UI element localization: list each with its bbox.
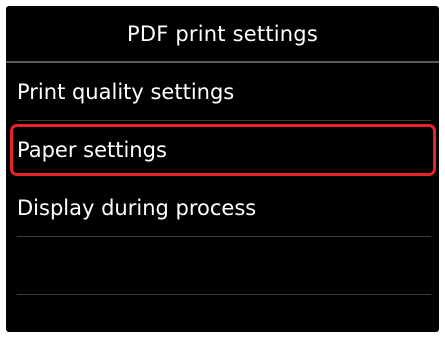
screen-title: PDF print settings	[127, 21, 318, 46]
menu-item-print-quality-settings[interactable]: Print quality settings	[6, 63, 439, 121]
settings-menu: Print quality settings Paper settings Di…	[6, 63, 439, 332]
menu-item-label: Print quality settings	[17, 80, 235, 104]
printer-lcd-screen: PDF print settings Print quality setting…	[6, 6, 439, 332]
menu-item-display-during-process[interactable]: Display during process	[6, 179, 439, 237]
menu-item-label: Display during process	[17, 196, 257, 220]
menu-item-empty	[6, 237, 439, 295]
menu-item-label: Paper settings	[17, 138, 167, 162]
menu-item-empty	[6, 295, 439, 332]
menu-item-paper-settings[interactable]: Paper settings	[6, 121, 439, 179]
